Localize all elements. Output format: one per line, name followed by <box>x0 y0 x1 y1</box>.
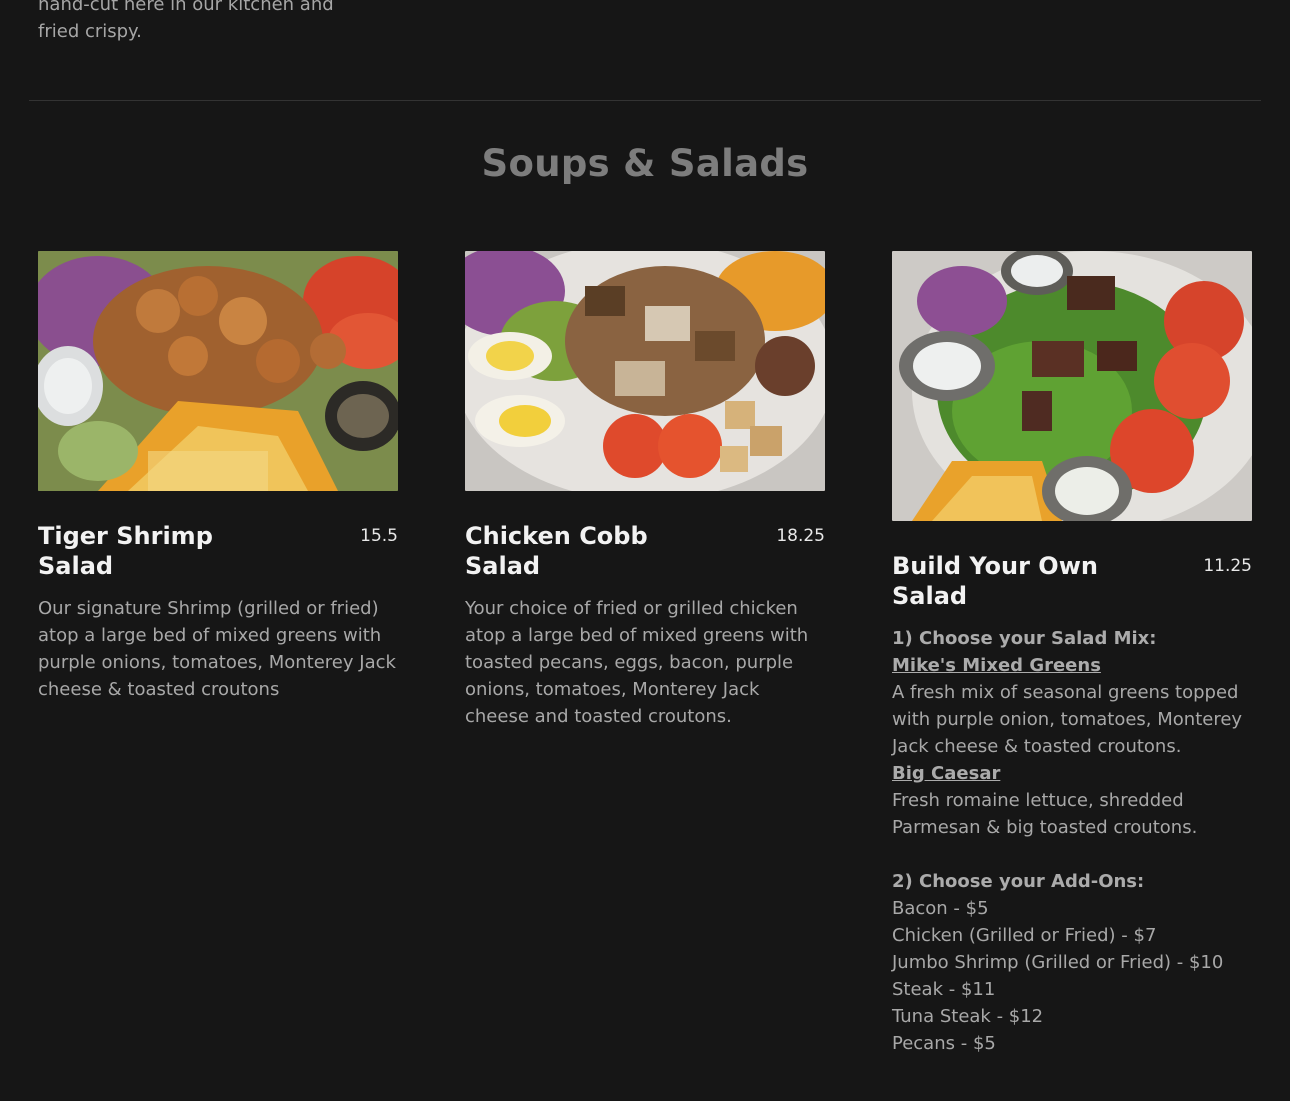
menu-item-build-your-own-salad: Build Your Own Salad 11.25 1) Choose you… <box>892 251 1252 1057</box>
big-caesar-description: Fresh romaine lettuce, shredded Parmesan… <box>892 790 1198 838</box>
item-name: Tiger Shrimp Salad <box>38 522 213 580</box>
menu-item-chicken-cobb-salad: Chicken Cobb Salad 18.25 Your choice of … <box>465 251 825 730</box>
menu-item-tiger-shrimp-salad: Tiger Shrimp Salad 15.5 Our signature Sh… <box>38 251 398 703</box>
item-description: Our signature Shrimp (grilled or fried) … <box>38 598 396 700</box>
build-your-own-salad-photo <box>892 251 1252 521</box>
mixed-greens-link[interactable]: Mike's Mixed Greens <box>892 652 1252 679</box>
item-description: Your choice of fried or grilled chicken … <box>465 598 809 727</box>
big-caesar-link[interactable]: Big Caesar <box>892 760 1252 787</box>
addon-list-item: Chicken (Grilled or Fried) - $7 <box>892 925 1157 946</box>
tiger-shrimp-salad-photo <box>38 251 398 491</box>
section-divider <box>29 100 1261 101</box>
previous-item-description: hand-cut here in our kitchen and fried c… <box>38 0 334 42</box>
chicken-cobb-salad-photo <box>465 251 825 491</box>
item-description: 1) Choose your Salad Mix: Mike's Mixed G… <box>892 625 1252 1057</box>
item-price: 18.25 <box>776 526 825 546</box>
item-price: 11.25 <box>1203 556 1252 576</box>
item-name: Build Your Own Salad <box>892 552 1098 610</box>
step1-heading: 1) Choose your Salad Mix: <box>892 628 1157 649</box>
addon-list-item: Steak - $11 <box>892 979 996 1000</box>
addon-list-item: Pecans - $5 <box>892 1033 996 1054</box>
item-name: Chicken Cobb Salad <box>465 522 648 580</box>
addon-list-item: Tuna Steak - $12 <box>892 1006 1044 1027</box>
section-title: Soups & Salads <box>481 142 809 185</box>
addon-list-item: Jumbo Shrimp (Grilled or Fried) - $10 <box>892 952 1224 973</box>
item-price: 15.5 <box>360 526 398 546</box>
step2-heading: 2) Choose your Add-Ons: <box>892 871 1145 892</box>
addon-list-item: Bacon - $5 <box>892 898 989 919</box>
mixed-greens-description: A fresh mix of seasonal greens topped wi… <box>892 682 1243 757</box>
